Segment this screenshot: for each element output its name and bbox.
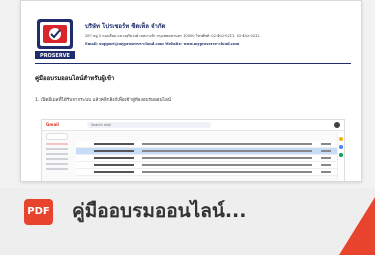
company-contact: Email: support@myproserve-cloud.com Webs… <box>85 42 240 46</box>
corner-ribbon-icon <box>339 197 375 255</box>
sidebar-item <box>46 168 68 170</box>
file-name[interactable]: คู่มืออบรมออนไลน์... <box>72 196 247 226</box>
list-item <box>76 148 338 155</box>
pdf-icon: PDF <box>24 199 53 225</box>
company-name: บริษัท โปรเซอร์ท ซีดเท็ล จำกัด <box>85 23 166 30</box>
sidebar-item <box>46 158 68 160</box>
embedded-screenshot: Gmail Search mail <box>41 119 345 181</box>
gmail-toolbar <box>76 132 338 147</box>
sidebar-item <box>46 163 68 165</box>
sidebar-item <box>46 153 68 155</box>
document-step: 1. เปิดอีเมลที่ได้รับจากระบบ แล้วคลิกลิง… <box>35 98 171 103</box>
list-item <box>76 169 338 176</box>
logo-wordmark: PROSERVE <box>40 53 71 59</box>
gmail-search: Search mail <box>87 122 211 128</box>
letterhead-divider <box>35 63 351 64</box>
file-info-bar: PDF คู่มืออบรมออนไลน์... <box>0 188 375 255</box>
avatar <box>334 122 340 128</box>
gmail-topbar: Gmail Search mail <box>42 120 344 131</box>
list-item <box>76 155 338 162</box>
compose-button <box>46 133 68 140</box>
document-title: คู่มืออบรมออนไลน์สำหรับผู้เข้า <box>35 75 115 82</box>
letterhead: PROSERVE บริษัท โปรเซอร์ท ซีดเท็ล จำกัด … <box>35 17 355 67</box>
gmail-sidebar <box>42 131 74 181</box>
sidebar-item <box>46 143 68 145</box>
company-address: 287 หมู่ 5 ถนนสีลม แขวงสุริยวงศ์ เขตบางร… <box>85 34 260 38</box>
list-item <box>76 162 338 169</box>
company-logo: PROSERVE <box>35 19 75 59</box>
list-item <box>76 141 338 148</box>
sidebar-item <box>46 148 68 150</box>
gmail-logo: Gmail <box>46 122 59 127</box>
document-preview: PROSERVE บริษัท โปรเซอร์ท ซีดเท็ล จำกัด … <box>20 0 362 182</box>
gmail-side-rail <box>337 131 344 181</box>
file-card[interactable]: PROSERVE บริษัท โปรเซอร์ท ซีดเท็ล จำกัด … <box>0 0 375 255</box>
